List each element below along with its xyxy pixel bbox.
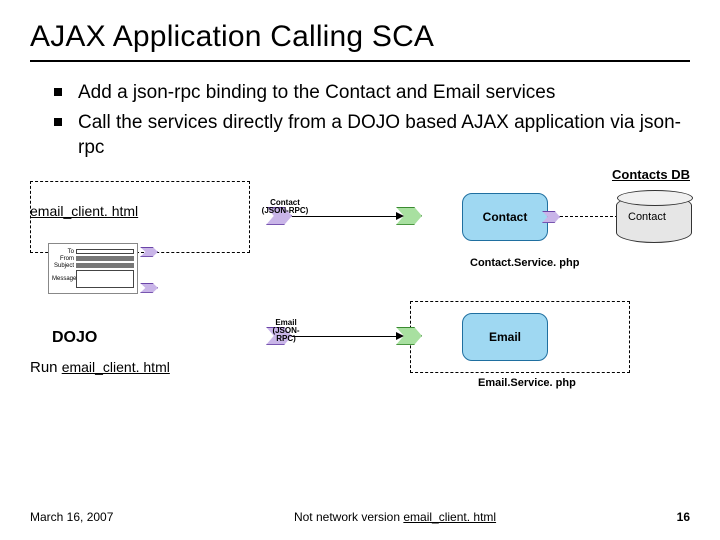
- slide-footer: March 16, 2007 Not network version email…: [30, 510, 690, 524]
- email-connector-label: Email (JSON-RPC): [264, 319, 308, 343]
- footer-mid-link[interactable]: email_client. html: [403, 510, 496, 524]
- form-label-message: Message: [52, 276, 76, 282]
- arrow-head-icon: [396, 212, 404, 220]
- bullet-item: Call the services directly from a DOJO b…: [78, 110, 690, 161]
- contacts-db-label: Contacts DB: [612, 167, 690, 182]
- arrow-line: [292, 216, 396, 217]
- form-label-subject: Subject: [52, 263, 76, 269]
- dojo-label: DOJO: [52, 329, 97, 347]
- run-email-client-link[interactable]: email_client. html: [62, 359, 170, 375]
- email-form-preview: To From Subject Message: [48, 243, 138, 294]
- page-number: 16: [677, 510, 690, 524]
- footer-date: March 16, 2007: [30, 510, 113, 524]
- form-label-to: To: [52, 249, 76, 255]
- architecture-diagram: Contacts DB email_client. html Contact C…: [30, 171, 690, 431]
- run-link-line: Run email_client. html: [30, 359, 170, 376]
- footer-mid-text: Not network version: [294, 510, 403, 524]
- bullet-list: Add a json-rpc binding to the Contact an…: [30, 80, 690, 161]
- form-field: [76, 256, 134, 261]
- run-prefix: Run: [30, 359, 62, 376]
- cylinder-label: Contact: [628, 211, 666, 223]
- email-component: Email: [462, 313, 548, 361]
- contact-service-file: Contact.Service. php: [470, 257, 579, 269]
- slide-title: AJAX Application Calling SCA: [30, 20, 690, 62]
- form-field: [76, 249, 134, 254]
- form-port-icon: [140, 283, 158, 293]
- arrow-line: [292, 336, 396, 337]
- bullet-item: Add a json-rpc binding to the Contact an…: [78, 80, 690, 106]
- email-service-file: Email.Service. php: [478, 377, 576, 389]
- form-field: [76, 263, 134, 268]
- contact-connector-label: Contact (JSON-RPC): [260, 199, 310, 215]
- form-label-from: From: [52, 256, 76, 262]
- contact-component: Contact: [462, 193, 548, 241]
- dashed-connector: [550, 216, 618, 217]
- form-field: [76, 270, 134, 288]
